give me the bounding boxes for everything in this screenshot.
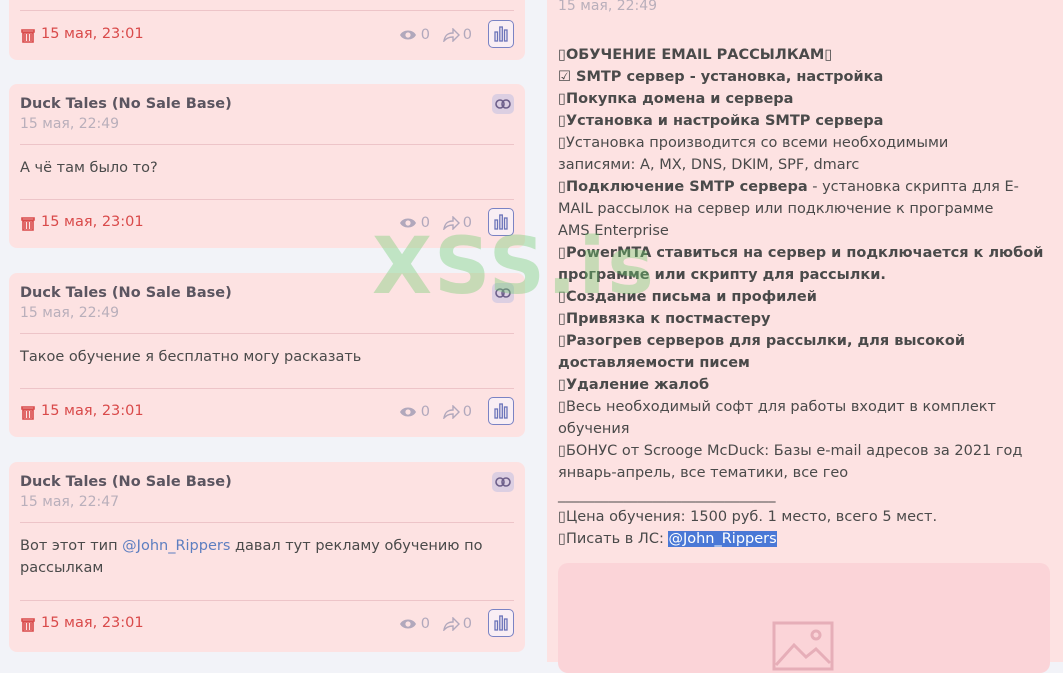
shares-counter: 0 bbox=[442, 404, 472, 420]
divider bbox=[20, 10, 514, 11]
message-footer: 15 мая, 23:01 0 0 bbox=[20, 20, 514, 50]
views-counter: 0 bbox=[399, 404, 430, 420]
watermark-logo: XSS.is bbox=[372, 222, 656, 312]
shares-count: 0 bbox=[462, 27, 472, 43]
message-text: Такое обучение я бесплатно могу расказат… bbox=[20, 349, 362, 365]
post-line: обучения bbox=[558, 421, 630, 437]
share-icon bbox=[442, 28, 460, 42]
link-button[interactable] bbox=[492, 472, 514, 492]
link-button[interactable] bbox=[492, 94, 514, 114]
post-line: ▯Установка производится со всеми необход… bbox=[558, 135, 949, 151]
post-line: ▯Подключение SMTP сервера - установка ск… bbox=[558, 179, 1019, 195]
shares-counter: 0 bbox=[442, 616, 472, 632]
forward-date: 15 мая, 23:01 bbox=[41, 403, 144, 419]
trash-icon[interactable] bbox=[20, 27, 36, 43]
message-text: Вот этот тип @John_Rippers давал тут рек… bbox=[20, 535, 513, 579]
divider bbox=[20, 522, 514, 523]
post-line: ▯ОБУЧЕНИЕ EMAIL РАССЫЛКАМ▯ bbox=[558, 47, 833, 63]
divider bbox=[20, 144, 514, 145]
post-line: ▯Цена обучения: 1500 руб. 1 место, всего… bbox=[558, 509, 938, 525]
message-header: Duck Tales (No Sale Base) 15 мая, 22:47 bbox=[20, 472, 232, 512]
post-line: ▯Разогрев серверов для рассылки, для выс… bbox=[558, 333, 966, 349]
shares-count: 0 bbox=[462, 616, 472, 632]
eye-icon bbox=[399, 619, 416, 629]
bar-chart-icon bbox=[494, 26, 508, 42]
post-line: доставляемости писем bbox=[558, 355, 750, 371]
post-line: ▯БОНУС от Scrooge McDuck: Базы e-mail ад… bbox=[558, 443, 1023, 459]
divider bbox=[20, 388, 514, 389]
divider bbox=[20, 600, 514, 601]
post-line: ▯Установка и настройка SMTP сервера bbox=[558, 113, 884, 129]
message-header: Duck Tales (No Sale Base) 15 мая, 22:49 bbox=[20, 283, 232, 323]
trash-icon[interactable] bbox=[20, 616, 36, 632]
post-line: MAIL рассылок на сервер или подключение … bbox=[558, 201, 994, 217]
shares-counter: 0 bbox=[442, 27, 472, 43]
forward-date: 15 мая, 23:01 bbox=[41, 615, 144, 631]
divider bbox=[20, 333, 514, 334]
divider bbox=[20, 199, 514, 200]
views-counter: 0 bbox=[399, 616, 430, 632]
eye-icon bbox=[399, 30, 416, 40]
post-panel: 15 мая, 22:49 ▯ОБУЧЕНИЕ EMAIL РАССЫЛКАМ▯… bbox=[547, 0, 1063, 673]
post-line: ▯Покупка домена и сервера bbox=[558, 91, 794, 107]
author-name[interactable]: Duck Tales (No Sale Base) bbox=[20, 472, 232, 492]
message-date: 15 мая, 22:49 bbox=[20, 305, 120, 321]
user-mention-link[interactable]: @John_Rippers bbox=[122, 538, 230, 554]
stats-button[interactable] bbox=[488, 20, 514, 48]
link-icon bbox=[495, 477, 511, 487]
image-placeholder[interactable] bbox=[558, 563, 1050, 673]
shares-count: 0 bbox=[462, 404, 472, 420]
message-date: 15 мая, 22:49 bbox=[20, 116, 120, 132]
post-line: ▯Весь необходимый софт для работы входит… bbox=[558, 399, 996, 415]
views-count: 0 bbox=[420, 616, 430, 632]
forward-date: 15 мая, 23:01 bbox=[41, 214, 144, 230]
stats-button[interactable] bbox=[488, 609, 514, 637]
share-icon bbox=[442, 405, 460, 419]
link-icon bbox=[495, 99, 511, 109]
message-footer: 15 мая, 23:01 0 0 bbox=[20, 609, 514, 639]
message-footer: 15 мая, 23:01 0 0 bbox=[20, 397, 514, 427]
post-line: записями: A, MX, DNS, DKIM, SPF, dmarc bbox=[558, 157, 860, 173]
message-card: 15 мая, 23:01 0 0 bbox=[9, 0, 525, 60]
message-header: Duck Tales (No Sale Base) 15 мая, 22:49 bbox=[20, 94, 232, 134]
image-icon bbox=[772, 621, 834, 671]
post-line: январь-апрель, все тематики, все гео bbox=[558, 465, 849, 481]
highlighted-mention-link[interactable]: @John_Rippers bbox=[668, 531, 777, 547]
post-line: ▯Писать в ЛС: @John_Rippers bbox=[558, 531, 777, 547]
message-date: 15 мая, 22:47 bbox=[20, 494, 120, 510]
post-line: ▯Удаление жалоб bbox=[558, 377, 710, 393]
author-name[interactable]: Duck Tales (No Sale Base) bbox=[20, 283, 232, 303]
bar-chart-icon bbox=[494, 615, 508, 631]
message-text: А чё там было то? bbox=[20, 160, 158, 176]
message-card: Duck Tales (No Sale Base) 15 мая, 22:47 … bbox=[9, 462, 525, 652]
views-count: 0 bbox=[420, 27, 430, 43]
views-count: 0 bbox=[420, 404, 430, 420]
author-name[interactable]: Duck Tales (No Sale Base) bbox=[20, 94, 232, 114]
trash-icon[interactable] bbox=[20, 215, 36, 231]
post-line: ☑ SMTP сервер - установка, настройка bbox=[558, 69, 884, 85]
forward-date: 15 мая, 23:01 bbox=[41, 26, 144, 42]
stats-button[interactable] bbox=[488, 397, 514, 425]
share-icon bbox=[442, 617, 460, 631]
message-text-start: Вот этот тип bbox=[20, 538, 118, 554]
views-counter: 0 bbox=[399, 27, 430, 43]
eye-icon bbox=[399, 407, 416, 417]
post-line: ______________________________ bbox=[558, 487, 776, 503]
post-date: 15 мая, 22:49 bbox=[558, 0, 658, 14]
trash-icon[interactable] bbox=[20, 404, 36, 420]
bar-chart-icon bbox=[494, 403, 508, 419]
